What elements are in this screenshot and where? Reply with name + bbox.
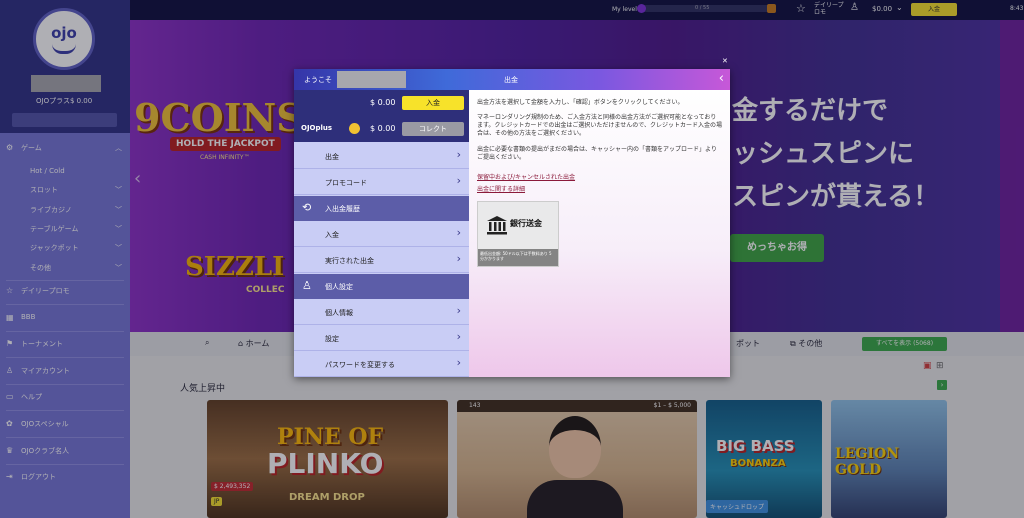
menu-item-label: パスワードを変更する: [325, 361, 395, 369]
history-icon: ⟲: [302, 201, 312, 214]
instruction-text: 出金方法を選択して金額を入力し、「確認」ボタンをクリックしてください。: [477, 99, 684, 106]
ojoplus-label: OJOplus: [301, 124, 333, 132]
cash-balance: $ 0.00: [370, 98, 396, 107]
bank-transfer-option[interactable]: 銀行送金 最低出金額: 50ドル以下は手数料あり 5 分かかります: [477, 201, 559, 267]
cash-balance-row: $ 0.00 入金: [294, 90, 469, 116]
menu-item-promo-code[interactable]: プロモコード ›: [294, 170, 469, 195]
user-icon: ♙: [302, 279, 312, 292]
menu-item-settings[interactable]: 設定 ›: [294, 326, 469, 351]
withdraw-panel: 出金方法を選択して金額を入力し、「確認」ボタンをクリックしてください。 マネーロ…: [469, 90, 730, 377]
chevron-right-icon: ›: [456, 148, 461, 161]
ojoplus-balance-row: OJOplus $ 0.00 コレクト: [294, 116, 469, 142]
deposit-button[interactable]: 入金: [402, 96, 464, 110]
menu-item-label: 実行された出金: [325, 257, 374, 265]
menu-item-label: 設定: [325, 335, 339, 343]
bank-transfer-note: 最低出金額: 50ドル以下は手数料あり 5 分かかります: [478, 249, 558, 266]
close-icon[interactable]: ✕: [722, 58, 729, 65]
aml-notice-text: マネーロンダリング規制のため、ご入金方法と同様の出金方法がご選択可能となっており…: [477, 114, 722, 137]
menu-item-deposit-history[interactable]: 入金 ›: [294, 222, 469, 247]
menu-item-label: 入金: [325, 231, 339, 239]
section-personal-settings: ♙ 個人設定: [294, 274, 469, 299]
chevron-right-icon: ›: [456, 330, 461, 343]
menu-item-label: 個人情報: [325, 309, 353, 317]
collect-button[interactable]: コレクト: [402, 122, 464, 136]
documents-notice-text: 出金に必要な書類の提出がまだの場合は、キャッシャー内の「書類をアップロード」より…: [477, 146, 717, 161]
menu-item-withdraw[interactable]: 出金 ›: [294, 144, 469, 169]
section-label: 入出金履歴: [325, 205, 360, 213]
chevron-right-icon: ›: [456, 252, 461, 265]
username-redacted: [337, 71, 406, 88]
chevron-right-icon: ›: [456, 174, 461, 187]
chevron-right-icon: ›: [456, 356, 461, 369]
section-transaction-history: ⟲ 入出金履歴: [294, 196, 469, 221]
menu-item-change-password[interactable]: パスワードを変更する ›: [294, 352, 469, 377]
menu-item-personal-info[interactable]: 個人情報 ›: [294, 300, 469, 325]
cashier-modal: ようこそ 出金 ‹ $ 0.00 入金 OJOplus $ 0.00 コレクト …: [294, 69, 730, 377]
welcome-text: ようこそ: [304, 76, 332, 84]
menu-item-label: 出金: [325, 153, 339, 161]
chevron-right-icon: ›: [456, 226, 461, 239]
section-label: 個人設定: [325, 283, 353, 291]
bank-transfer-label: 銀行送金: [510, 219, 542, 228]
pending-withdrawals-link[interactable]: 保留中および/キャンセルされた出金: [477, 174, 575, 182]
ojoplus-balance: $ 0.00: [370, 124, 396, 133]
withdraw-details-link[interactable]: 出金に関する詳細: [477, 186, 525, 194]
menu-item-executed-withdrawals[interactable]: 実行された出金 ›: [294, 248, 469, 273]
modal-title: 出金: [504, 76, 518, 84]
coin-icon: [349, 123, 360, 134]
bank-icon: [487, 216, 507, 235]
menu-item-label: プロモコード: [325, 179, 367, 187]
modal-header: ようこそ 出金 ‹: [294, 69, 730, 90]
chevron-right-icon: ›: [456, 304, 461, 317]
cashier-menu: $ 0.00 入金 OJOplus $ 0.00 コレクト 出金 › プロモコー…: [294, 90, 469, 377]
back-chevron-icon[interactable]: ‹: [719, 71, 724, 86]
